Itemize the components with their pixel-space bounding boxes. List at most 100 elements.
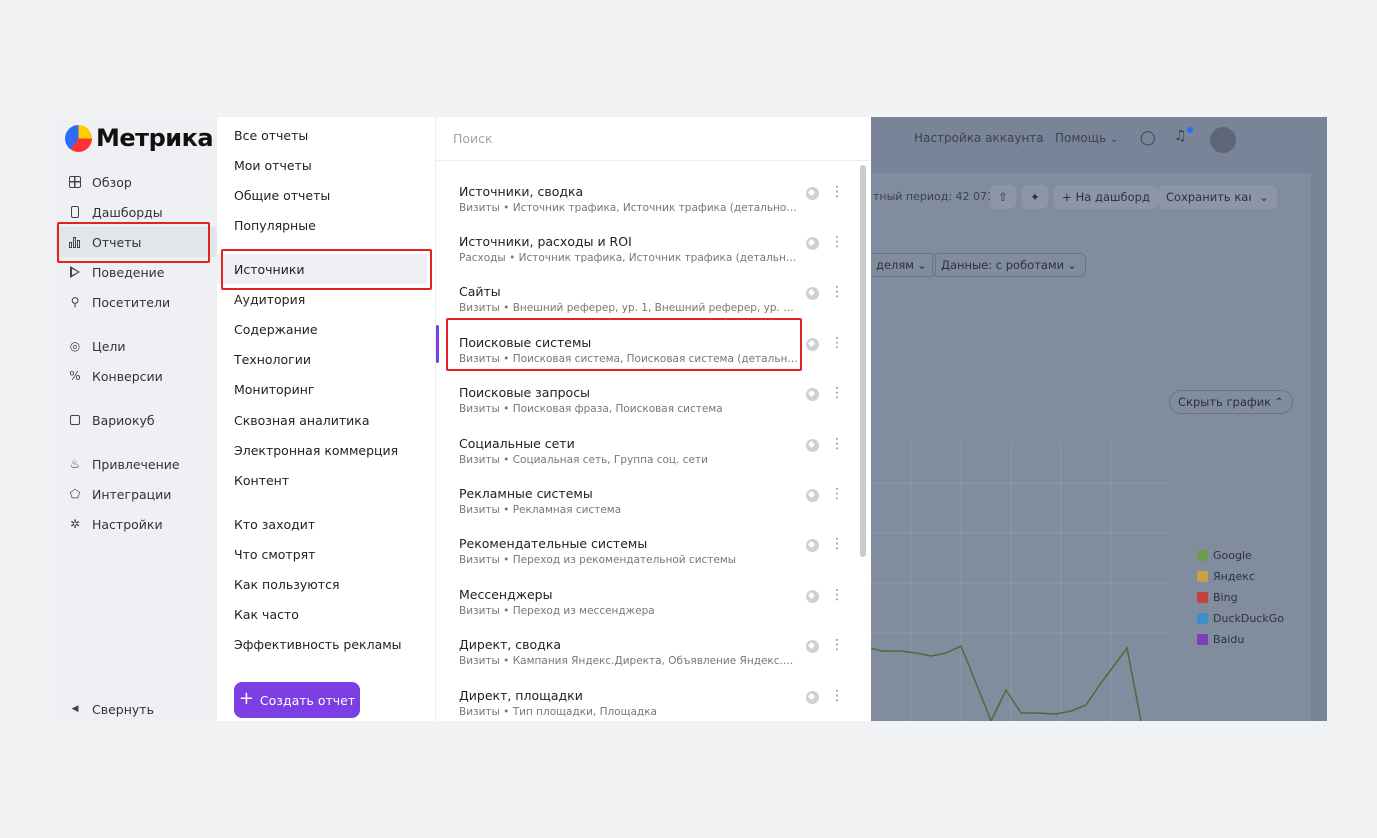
menu-item-end-to-end-analytics[interactable]: Сквозная аналитика: [217, 405, 427, 435]
more-vert-icon[interactable]: ⋮: [830, 282, 844, 302]
report-item-sources-summary[interactable]: Источники, сводка Визиты • Источник траф…: [436, 174, 856, 224]
menu-item-content-section[interactable]: Содержание: [217, 314, 427, 344]
pin-icon[interactable]: [806, 338, 819, 351]
dashboard-icon: [68, 205, 82, 219]
pin-icon[interactable]: [806, 590, 819, 603]
save-as-button[interactable]: Сохранить как: [1158, 185, 1264, 209]
menu-item-who-visits[interactable]: Кто заходит: [217, 509, 427, 539]
checkbox-icon: [1197, 613, 1208, 624]
export-icon[interactable]: ⇧: [990, 185, 1016, 209]
menu-item-how-they-use[interactable]: Как пользуются: [217, 569, 427, 599]
sidebar-item-behavior[interactable]: Поведение: [56, 257, 217, 287]
help-menu[interactable]: Помощь ⌄: [1055, 131, 1118, 145]
assistant-icon[interactable]: ✦: [1022, 185, 1048, 209]
more-vert-icon[interactable]: ⋮: [830, 534, 844, 554]
more-vert-icon[interactable]: ⋮: [830, 182, 844, 202]
more-vert-icon[interactable]: ⋮: [830, 635, 844, 655]
report-list-scrollbar[interactable]: [860, 165, 866, 557]
menu-item-sources[interactable]: Источники: [217, 254, 427, 284]
more-vert-icon[interactable]: ⋮: [830, 232, 844, 252]
sidebar-item-reports[interactable]: Отчеты: [56, 227, 217, 257]
hide-chart-button[interactable]: Скрыть график ⌃: [1169, 390, 1293, 414]
pin-icon[interactable]: [806, 439, 819, 452]
report-subtitle: Визиты • Внешний реферер, ур. 1, Внешний…: [459, 302, 799, 314]
legend-item-bing[interactable]: Bing: [1197, 591, 1238, 604]
pin-icon[interactable]: [806, 237, 819, 250]
pin-icon[interactable]: [806, 640, 819, 653]
report-item-direct-placements[interactable]: Директ, площадки Визиты • Тип площадки, …: [436, 678, 856, 721]
menu-item-monitoring[interactable]: Мониторинг: [217, 374, 427, 404]
menu-item-how-often[interactable]: Как часто: [217, 599, 427, 629]
collapse-sidebar-button[interactable]: ◀ Свернуть: [56, 694, 217, 721]
report-title: Мессенджеры: [459, 587, 553, 602]
puzzle-icon: ⬠: [69, 487, 81, 501]
report-item-sites[interactable]: Сайты Визиты • Внешний реферер, ур. 1, В…: [436, 274, 856, 324]
menu-item-ecommerce[interactable]: Электронная коммерция: [217, 435, 427, 465]
chat-icon[interactable]: ◯: [1140, 130, 1156, 146]
menu-item-shared-reports[interactable]: Общие отчеты: [217, 180, 427, 210]
report-item-recommendation-systems[interactable]: Рекомендательные системы Визиты • Перехо…: [436, 526, 856, 576]
sidebar-item-acquisition[interactable]: ♨ Привлечение: [56, 449, 217, 479]
search-input[interactable]: [453, 131, 813, 146]
sidebar-item-overview[interactable]: Обзор: [56, 167, 217, 197]
pin-icon[interactable]: [806, 489, 819, 502]
plus-icon: +: [238, 688, 254, 709]
sidebar-item-label: Отчеты: [92, 234, 142, 250]
sidebar-item-conversions[interactable]: % Конверсии: [56, 361, 217, 391]
pin-icon[interactable]: [806, 691, 819, 704]
report-item-sources-costs-roi[interactable]: Источники, расходы и ROI Расходы • Источ…: [436, 224, 856, 274]
chevron-down-icon[interactable]: ⌄: [1251, 185, 1277, 209]
pin-icon[interactable]: [806, 539, 819, 552]
sidebar-item-goals[interactable]: ◎ Цели: [56, 331, 217, 361]
sidebar-item-label: Посетители: [92, 294, 171, 310]
bell-icon[interactable]: ♫: [1174, 128, 1187, 144]
sidebar-item-dashboards[interactable]: Дашборды: [56, 197, 217, 227]
add-to-dashboard-button[interactable]: + На дашборд: [1054, 185, 1158, 209]
more-vert-icon[interactable]: ⋮: [830, 585, 844, 605]
more-vert-icon[interactable]: ⋮: [830, 686, 844, 706]
gear-icon: ✲: [69, 517, 81, 531]
more-vert-icon[interactable]: ⋮: [830, 383, 844, 403]
sidebar-item-label: Интеграции: [92, 486, 172, 502]
pin-icon[interactable]: [806, 187, 819, 200]
more-vert-icon[interactable]: ⋮: [830, 484, 844, 504]
menu-item-popular[interactable]: Популярные: [217, 210, 427, 240]
menu-item-ad-efficiency[interactable]: Эффективность рекламы: [217, 629, 427, 659]
report-item-social-networks[interactable]: Социальные сети Визиты • Социальная сеть…: [436, 426, 856, 476]
logo[interactable]: Метрика: [65, 124, 214, 152]
pin-icon[interactable]: [806, 388, 819, 401]
pin-icon[interactable]: [806, 287, 819, 300]
chevron-down-icon: ⌄: [1067, 258, 1077, 272]
more-vert-icon[interactable]: ⋮: [830, 333, 844, 353]
legend-label: Bing: [1213, 591, 1238, 604]
menu-item-what-they-watch[interactable]: Что смотрят: [217, 539, 427, 569]
legend-label: Google: [1213, 549, 1252, 562]
menu-item-all-reports[interactable]: Все отчеты: [217, 120, 427, 150]
chevron-left-icon: ◀: [71, 704, 79, 714]
legend-item-baidu[interactable]: Baidu: [1197, 633, 1244, 646]
menu-item-my-reports[interactable]: Мои отчеты: [217, 150, 427, 180]
menu-item-audience[interactable]: Аудитория: [217, 284, 427, 314]
report-item-ad-systems[interactable]: Рекламные системы Визиты • Рекламная сис…: [436, 476, 856, 526]
create-report-button[interactable]: + Создать отчет: [234, 682, 360, 718]
legend-item-google[interactable]: Google: [1197, 549, 1252, 562]
sidebar-item-variocube[interactable]: Вариокуб: [56, 405, 217, 435]
legend-item-duckduckgo[interactable]: DuckDuckGo: [1197, 612, 1284, 625]
report-item-direct-summary[interactable]: Директ, сводка Визиты • Кампания Яндекс.…: [436, 627, 856, 677]
report-title: Поисковые запросы: [459, 385, 590, 400]
robots-data-dropdown[interactable]: Данные: с роботами ⌄: [932, 253, 1086, 277]
sidebar-item-settings[interactable]: ✲ Настройки: [56, 509, 217, 539]
legend-item-yandex[interactable]: Яндекс: [1197, 570, 1255, 583]
more-vert-icon[interactable]: ⋮: [830, 434, 844, 454]
menu-item-content[interactable]: Контент: [217, 465, 427, 495]
report-item-search-engines[interactable]: Поисковые системы Визиты • Поисковая сис…: [436, 325, 856, 375]
report-item-messengers[interactable]: Мессенджеры Визиты • Переход из мессендж…: [436, 577, 856, 627]
save-as-label: Сохранить как: [1166, 190, 1256, 204]
sidebar-item-visitors[interactable]: ⚲ Посетители: [56, 287, 217, 317]
group-by-dropdown[interactable]: делям ⌄: [871, 253, 936, 277]
report-item-search-queries[interactable]: Поисковые запросы Визиты • Поисковая фра…: [436, 375, 856, 425]
avatar[interactable]: [1210, 127, 1236, 153]
menu-item-technologies[interactable]: Технологии: [217, 344, 427, 374]
sidebar-item-integrations[interactable]: ⬠ Интеграции: [56, 479, 217, 509]
account-settings-link[interactable]: Настройка аккаунта: [914, 131, 1044, 145]
